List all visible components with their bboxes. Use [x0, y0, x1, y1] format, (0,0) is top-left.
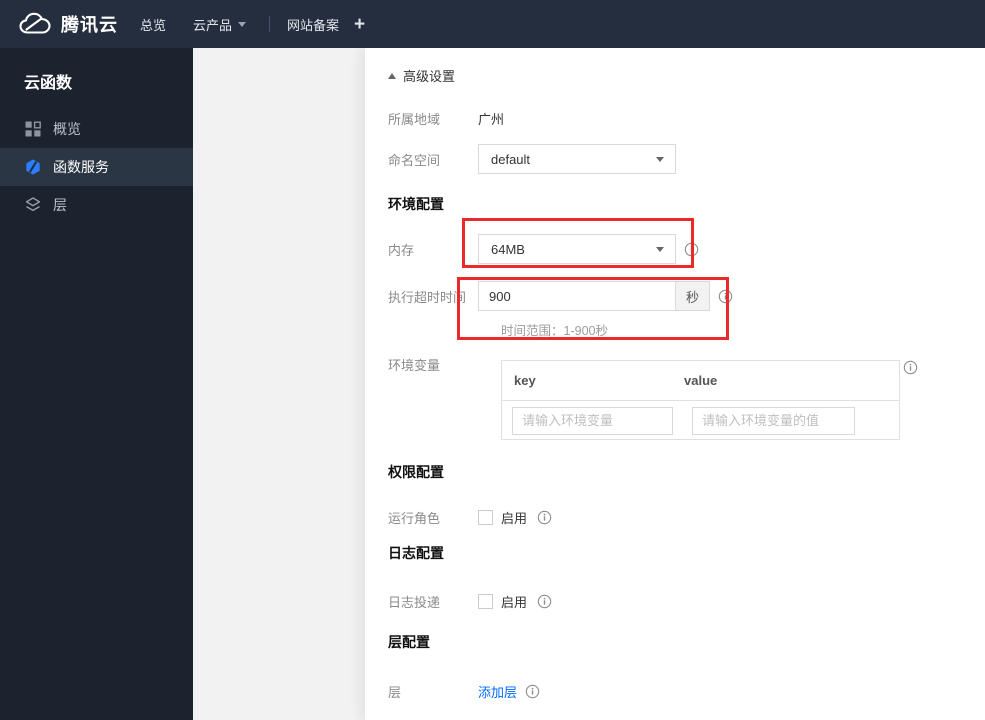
sidebar: 云函数 概览 函数服务 层 — [0, 48, 193, 720]
memory-select[interactable]: 64MB — [478, 234, 676, 264]
namespace-row: 命名空间 default — [388, 144, 676, 174]
namespace-select[interactable]: default — [478, 144, 676, 174]
run-role-row: 运行角色 启用 — [388, 502, 552, 532]
brand-name: 腾讯云 — [61, 15, 118, 35]
timeout-input[interactable] — [478, 281, 676, 311]
run-role-info-icon[interactable] — [537, 510, 552, 525]
sidebar-item-label: 概览 — [53, 121, 81, 137]
nav-overview[interactable]: 总览 — [140, 15, 166, 34]
env-key-header: key — [514, 373, 536, 388]
scf-hexagon-icon — [24, 158, 42, 176]
layers-icon — [24, 196, 42, 214]
env-vars-table-row — [502, 401, 899, 440]
add-layer-link[interactable]: 添加层 — [478, 682, 517, 701]
brand[interactable]: 腾讯云 — [0, 11, 118, 37]
section-header-layer: 层配置 — [388, 634, 430, 650]
log-delivery-label: 日志投递 — [388, 594, 441, 610]
env-key-input[interactable] — [512, 406, 673, 435]
env-vars-table-header: key value — [502, 361, 899, 401]
memory-info-icon[interactable] — [684, 242, 699, 257]
triangle-up-icon — [388, 72, 396, 79]
timeout-label: 执行超时时间 — [388, 289, 467, 305]
nav-icp-filing[interactable]: 网站备案 — [287, 15, 339, 34]
run-role-label: 运行角色 — [388, 510, 441, 526]
memory-row: 内存 64MB — [388, 234, 699, 264]
namespace-label: 命名空间 — [388, 152, 441, 168]
sidebar-menu: 概览 函数服务 层 — [0, 110, 193, 224]
log-delivery-checkbox[interactable] — [478, 593, 493, 609]
chevron-down-icon — [656, 247, 664, 252]
grid-icon — [24, 120, 42, 138]
nav-divider — [269, 16, 271, 32]
timeout-range-hint: 时间范围：1-900秒 — [501, 324, 608, 338]
tencent-cloud-logo-icon — [18, 11, 52, 37]
timeout-info-icon[interactable] — [718, 289, 733, 304]
sidebar-item-label: 层 — [53, 197, 67, 213]
region-row: 所属地域 广州 — [388, 103, 504, 133]
region-value: 广州 — [478, 111, 505, 127]
sidebar-item-label: 函数服务 — [53, 159, 109, 175]
chevron-down-icon — [656, 157, 664, 162]
timeout-row: 执行超时时间 秒 — [388, 281, 733, 311]
section-header-permission: 权限配置 — [388, 464, 444, 480]
log-delivery-row: 日志投递 启用 — [388, 586, 552, 616]
memory-label: 内存 — [388, 242, 415, 258]
region-label: 所属地域 — [388, 111, 441, 127]
sidebar-item-layers[interactable]: 层 — [0, 186, 193, 224]
sidebar-item-overview[interactable]: 概览 — [0, 110, 193, 148]
sidebar-title: 云函数 — [24, 75, 73, 92]
advanced-settings-label: 高级设置 — [403, 69, 456, 84]
run-role-checkbox[interactable] — [478, 509, 493, 525]
run-role-enable-label: 启用 — [501, 510, 528, 526]
log-delivery-info-icon[interactable] — [537, 594, 552, 609]
timeout-unit-addon: 秒 — [676, 281, 710, 311]
nav-cloud-products[interactable]: 云产品 — [193, 15, 247, 34]
topbar-nav: 总览 云产品 网站备案 + — [140, 15, 365, 34]
env-vars-info-icon[interactable] — [903, 360, 918, 375]
chevron-down-icon — [238, 21, 247, 27]
add-tab-button[interactable]: + — [354, 15, 365, 34]
layer-row: 层 添加层 — [388, 676, 540, 706]
layer-label: 层 — [388, 684, 402, 700]
section-header-environment: 环境配置 — [388, 196, 444, 212]
env-value-input[interactable] — [692, 406, 855, 435]
env-vars-label: 环境变量 — [388, 357, 441, 373]
namespace-selected-value: default — [491, 151, 531, 167]
log-delivery-enable-label: 启用 — [501, 594, 528, 610]
section-header-log: 日志配置 — [388, 545, 444, 561]
add-layer-info-icon[interactable] — [525, 684, 540, 699]
memory-selected-value: 64MB — [491, 241, 525, 257]
env-value-header: value — [684, 373, 718, 388]
sidebar-item-function-service[interactable]: 函数服务 — [0, 148, 193, 186]
env-vars-label-row: 环境变量 — [388, 355, 478, 373]
topbar: 腾讯云 总览 云产品 网站备案 + — [0, 0, 985, 48]
settings-panel: 高级设置 所属地域 广州 命名空间 default 环境配置 内存 64MB 执… — [365, 48, 985, 720]
env-vars-table: key value — [501, 360, 900, 440]
advanced-settings-toggle[interactable]: 高级设置 — [388, 66, 455, 85]
